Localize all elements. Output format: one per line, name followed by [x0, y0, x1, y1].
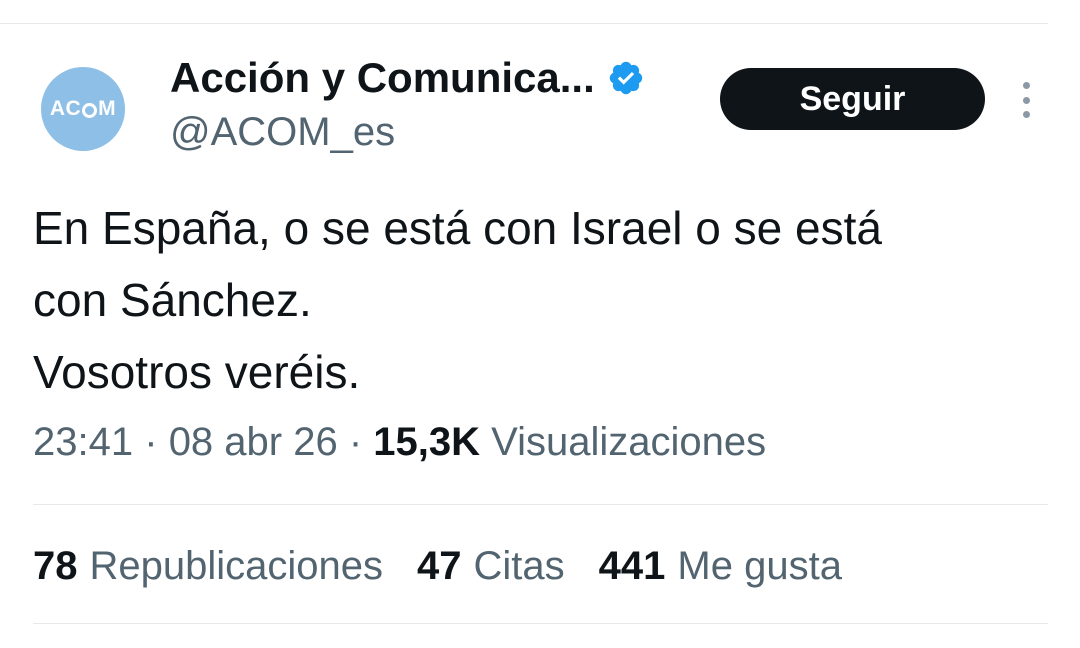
more-dot: [1022, 82, 1030, 89]
reposts-label: Republicaciones: [89, 544, 384, 588]
tweet-page: AC M Acción y Comunica... @ACOM_es Seguir…: [0, 0, 1080, 648]
tweet-meta: 23:41 · 08 abr 26 · 15,3K Visualizacione…: [33, 420, 766, 465]
avatar[interactable]: AC M: [41, 67, 125, 151]
account-handle[interactable]: @ACOM_es: [170, 110, 395, 155]
avatar-o-ring: [82, 102, 98, 118]
quotes-count: 47: [417, 544, 462, 588]
reposts-count: 78: [33, 544, 78, 588]
meta-divider: [33, 504, 1048, 505]
display-name-row: Acción y Comunica...: [170, 54, 645, 102]
tweet-date[interactable]: 08 abr 26: [169, 420, 338, 464]
quotes-stat[interactable]: 47 Citas: [417, 544, 565, 589]
quotes-label: Citas: [473, 544, 565, 588]
display-name[interactable]: Acción y Comunica...: [170, 54, 595, 102]
tweet-text: En España, o se está con Israel o se est…: [33, 192, 1053, 408]
top-divider: [0, 23, 1048, 24]
meta-separator: ·: [348, 420, 363, 464]
tweet-line: En España, o se está con Israel o se est…: [33, 202, 882, 254]
more-dot: [1022, 111, 1030, 118]
reposts-stat[interactable]: 78 Republicaciones: [33, 544, 383, 589]
avatar-text-end: M: [98, 97, 117, 120]
meta-separator: ·: [144, 420, 158, 464]
likes-count: 441: [598, 544, 666, 588]
tweet-time[interactable]: 23:41: [33, 420, 133, 464]
likes-label: Me gusta: [677, 544, 842, 588]
engagement-stats: 78 Republicaciones 47 Citas 441 Me gusta: [33, 544, 876, 589]
views-count: 15,3K: [373, 420, 481, 464]
follow-button[interactable]: Seguir: [720, 68, 985, 130]
more-vertical-icon[interactable]: [1014, 82, 1038, 118]
more-dot: [1022, 96, 1030, 104]
views-label: Visualizaciones: [491, 420, 767, 464]
tweet-line: Vosotros veréis.: [33, 346, 361, 398]
avatar-text-start: AC: [49, 97, 82, 120]
verified-badge-icon: [609, 61, 642, 95]
tweet-line: con Sánchez.: [33, 274, 312, 326]
stats-divider: [33, 623, 1048, 624]
likes-stat[interactable]: 441 Me gusta: [599, 544, 842, 589]
